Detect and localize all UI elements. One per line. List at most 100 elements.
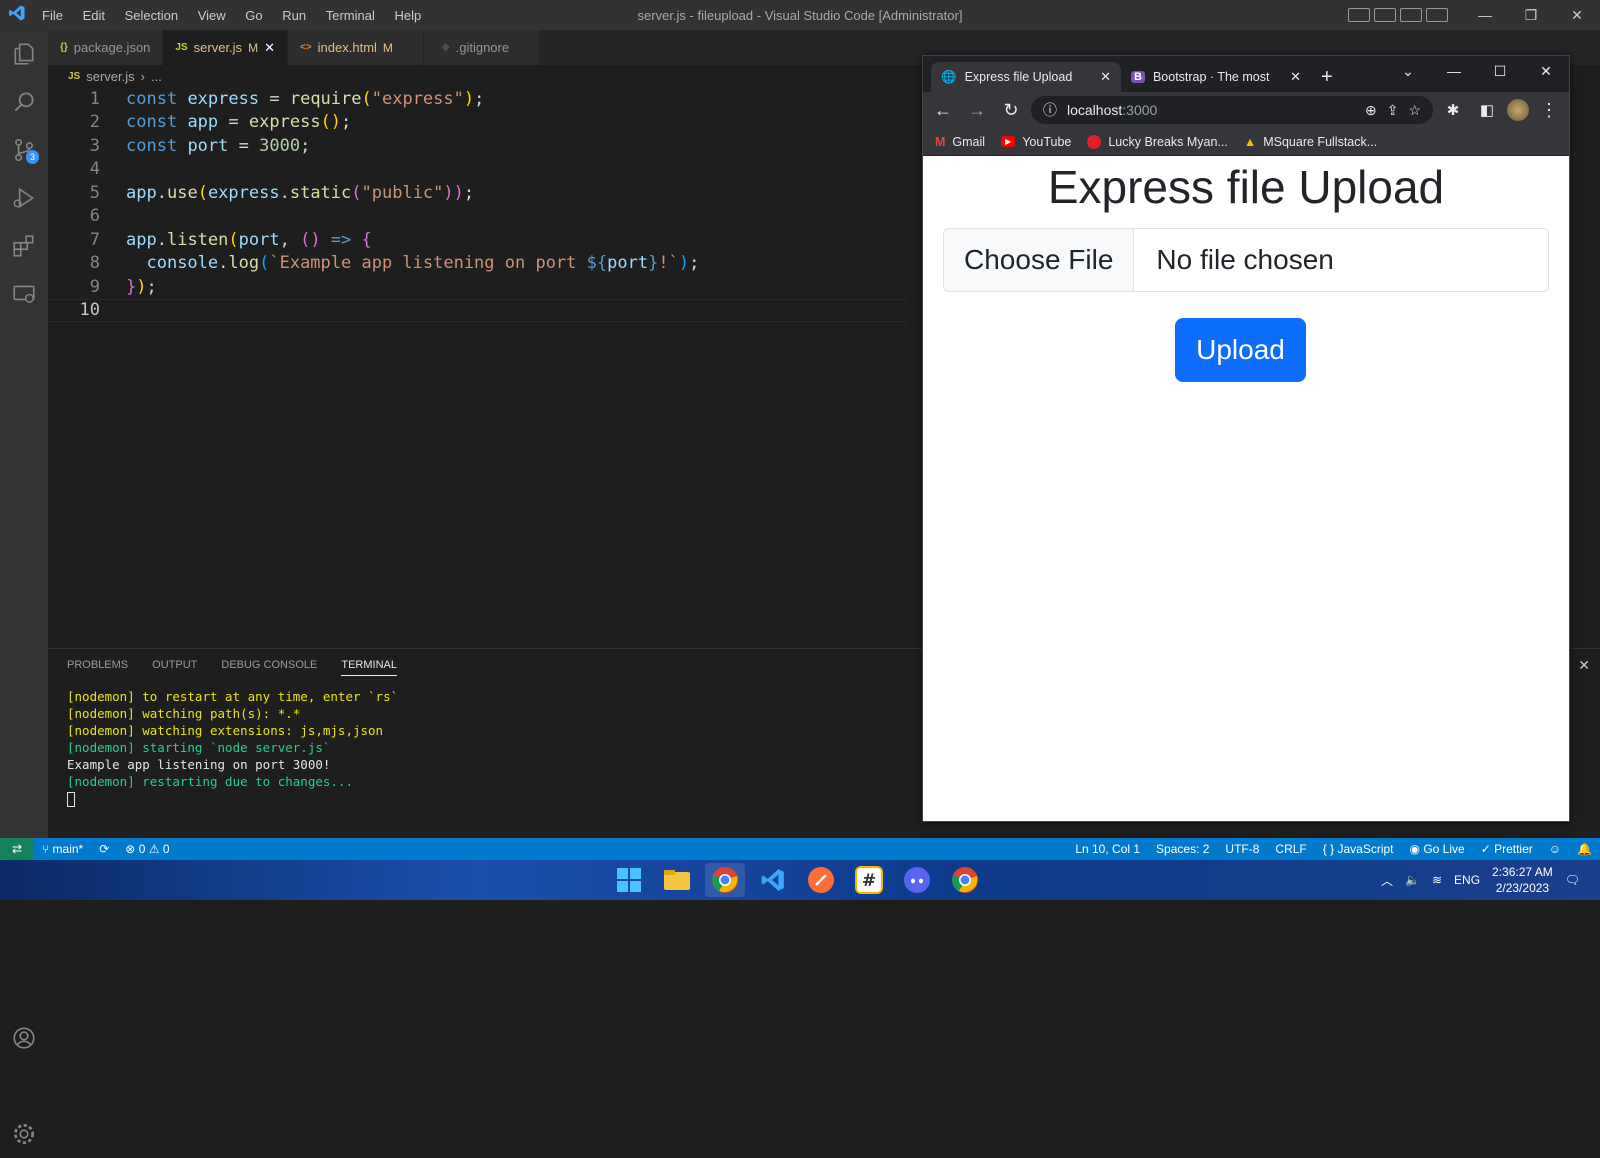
branch-status[interactable]: ⑂ main* [42,842,83,856]
go-live-button[interactable]: ◉ Go Live [1410,842,1465,856]
menu-bar: File Edit Selection View Go Run Terminal… [34,8,429,23]
chrome-profile-taskbar-icon[interactable] [945,863,985,897]
toggle-panel-icon[interactable] [1374,8,1396,22]
sync-icon[interactable]: ⟳ [99,842,109,856]
explorer-icon[interactable] [0,30,48,78]
slack-icon[interactable]: # [849,863,889,897]
windows-start-icon[interactable] [609,863,649,897]
extensions-puzzle-icon[interactable]: ✱ [1439,101,1467,119]
breadcrumb-symbol[interactable]: ... [151,69,162,84]
browser-toolbar: ← → ↻ ⓘ localhost:3000 ⊕ ⇪ ☆ ✱ ◧ ⋮ [923,92,1569,128]
menu-selection[interactable]: Selection [125,8,178,23]
breadcrumb-file[interactable]: server.js [86,69,134,84]
cursor-position[interactable]: Ln 10, Col 1 [1075,842,1140,856]
file-explorer-icon[interactable] [657,863,697,897]
postman-icon[interactable] [801,863,841,897]
tab-search-icon[interactable]: ⌄ [1385,63,1431,80]
back-icon[interactable]: ← [929,100,957,121]
clock-date: 2/23/2023 [1495,881,1550,895]
bookmark-label: YouTube [1022,134,1072,149]
tab-terminal[interactable]: TERMINAL [341,659,397,676]
input-language[interactable]: ENG [1454,873,1480,887]
tab-close-icon[interactable]: ✕ [264,40,275,56]
code-text: console.log(`Example app listening on po… [146,253,700,274]
chevron-up-icon[interactable]: ︿ [1381,872,1393,889]
panel-close-icon[interactable]: ✕ [1578,657,1590,674]
more-menu-icon[interactable]: ⋮ [1535,100,1563,121]
extensions-icon[interactable] [0,222,48,270]
zoom-icon[interactable]: ⊕ [1365,102,1377,119]
tab-close-icon[interactable]: ✕ [1100,69,1111,85]
maximize-icon[interactable]: ☐ [1477,63,1523,80]
bookmark-lucky-breaks[interactable]: Lucky Breaks Myan... [1087,134,1228,149]
menu-go[interactable]: Go [245,8,262,23]
side-panel-icon[interactable]: ◧ [1473,101,1501,119]
minimize-icon[interactable]: — [1462,7,1508,23]
menu-help[interactable]: Help [395,8,422,23]
eol[interactable]: CRLF [1275,842,1306,856]
tab-debug-console[interactable]: DEBUG CONSOLE [221,659,317,676]
minimize-icon[interactable]: — [1431,63,1477,79]
problems-status[interactable]: ⊗ 0 ⚠ 0 [125,842,169,856]
code-text: const express = require("express"); [126,88,485,109]
tab-gitignore[interactable]: ◆ .gitignore [423,30,541,65]
close-icon[interactable]: ✕ [1554,7,1600,24]
toggle-secondary-sidebar-icon[interactable] [1400,8,1422,22]
close-icon[interactable]: ✕ [1523,63,1569,80]
remote-indicator-icon[interactable]: ⇄ [0,838,34,860]
tab-package-json[interactable]: {} package.json [48,30,164,65]
customize-layout-icon[interactable] [1426,8,1448,22]
tab-index-html[interactable]: <> index.html M [287,30,424,65]
tab-problems[interactable]: PROBLEMS [67,659,128,676]
git-branch-icon: ⑂ [42,842,50,856]
settings-gear-icon[interactable] [0,1110,48,1158]
discord-icon[interactable] [897,863,937,897]
profile-avatar[interactable] [1507,99,1529,121]
indentation[interactable]: Spaces: 2 [1156,842,1209,856]
notification-icon[interactable]: 🗨 [1565,873,1580,887]
bookmark-msquare[interactable]: ▲ MSquare Fullstack... [1244,135,1377,149]
menu-run[interactable]: Run [282,8,306,23]
menu-edit[interactable]: Edit [83,8,105,23]
info-icon: ⓘ [1043,102,1057,118]
clock[interactable]: 2:36:27 AM 2/23/2023 [1492,864,1553,896]
browser-tab-express[interactable]: 🌐 Express file Upload ✕ [931,62,1121,92]
remote-explorer-icon[interactable] [0,270,48,318]
bell-icon[interactable]: 🔔 [1577,842,1592,856]
tab-close-icon[interactable]: ✕ [1290,69,1301,85]
source-control-icon[interactable]: 3 [0,126,48,174]
search-icon[interactable] [0,78,48,126]
bookmark-youtube[interactable]: ▶ YouTube [1001,135,1071,149]
toggle-sidebar-icon[interactable] [1348,8,1370,22]
upload-button[interactable]: Upload [1175,318,1306,382]
feedback-icon[interactable]: ☺ [1549,842,1561,856]
file-input[interactable]: Choose File No file chosen [943,228,1549,292]
menu-terminal[interactable]: Terminal [326,8,375,23]
vscode-taskbar-icon[interactable] [753,863,793,897]
tab-output[interactable]: OUTPUT [152,659,197,676]
address-bar[interactable]: ⓘ localhost:3000 ⊕ ⇪ ☆ [1031,96,1433,124]
code-line: 5 app.use(express.static("public")); [48,181,908,205]
menu-view[interactable]: View [198,8,226,23]
new-tab-icon[interactable]: + [1311,62,1343,92]
encoding[interactable]: UTF-8 [1225,842,1259,856]
bookmark-star-icon[interactable]: ☆ [1408,102,1421,119]
wifi-icon[interactable]: ≋ [1432,873,1442,887]
run-debug-icon[interactable] [0,174,48,222]
forward-icon[interactable]: → [963,100,991,121]
tab-label: server.js [193,40,243,55]
choose-file-button[interactable]: Choose File [944,229,1135,291]
language-mode[interactable]: { } JavaScript [1323,842,1394,856]
restore-icon[interactable]: ❐ [1508,7,1554,24]
accounts-icon[interactable] [0,1014,48,1062]
tab-server-js[interactable]: JS server.js M ✕ [163,30,288,65]
share-icon[interactable]: ⇪ [1387,102,1399,119]
browser-tab-bootstrap[interactable]: B Bootstrap · The most p ✕ [1121,62,1311,92]
code-editor[interactable]: 1 const express = require("express"); 2 … [48,87,908,647]
speaker-icon[interactable]: 🔈 [1405,873,1420,887]
chrome-taskbar-icon[interactable] [705,863,745,897]
bookmark-gmail[interactable]: M Gmail [935,135,985,149]
reload-icon[interactable]: ↻ [997,100,1025,121]
menu-file[interactable]: File [42,8,63,23]
prettier-status[interactable]: ✓ Prettier [1481,842,1533,856]
